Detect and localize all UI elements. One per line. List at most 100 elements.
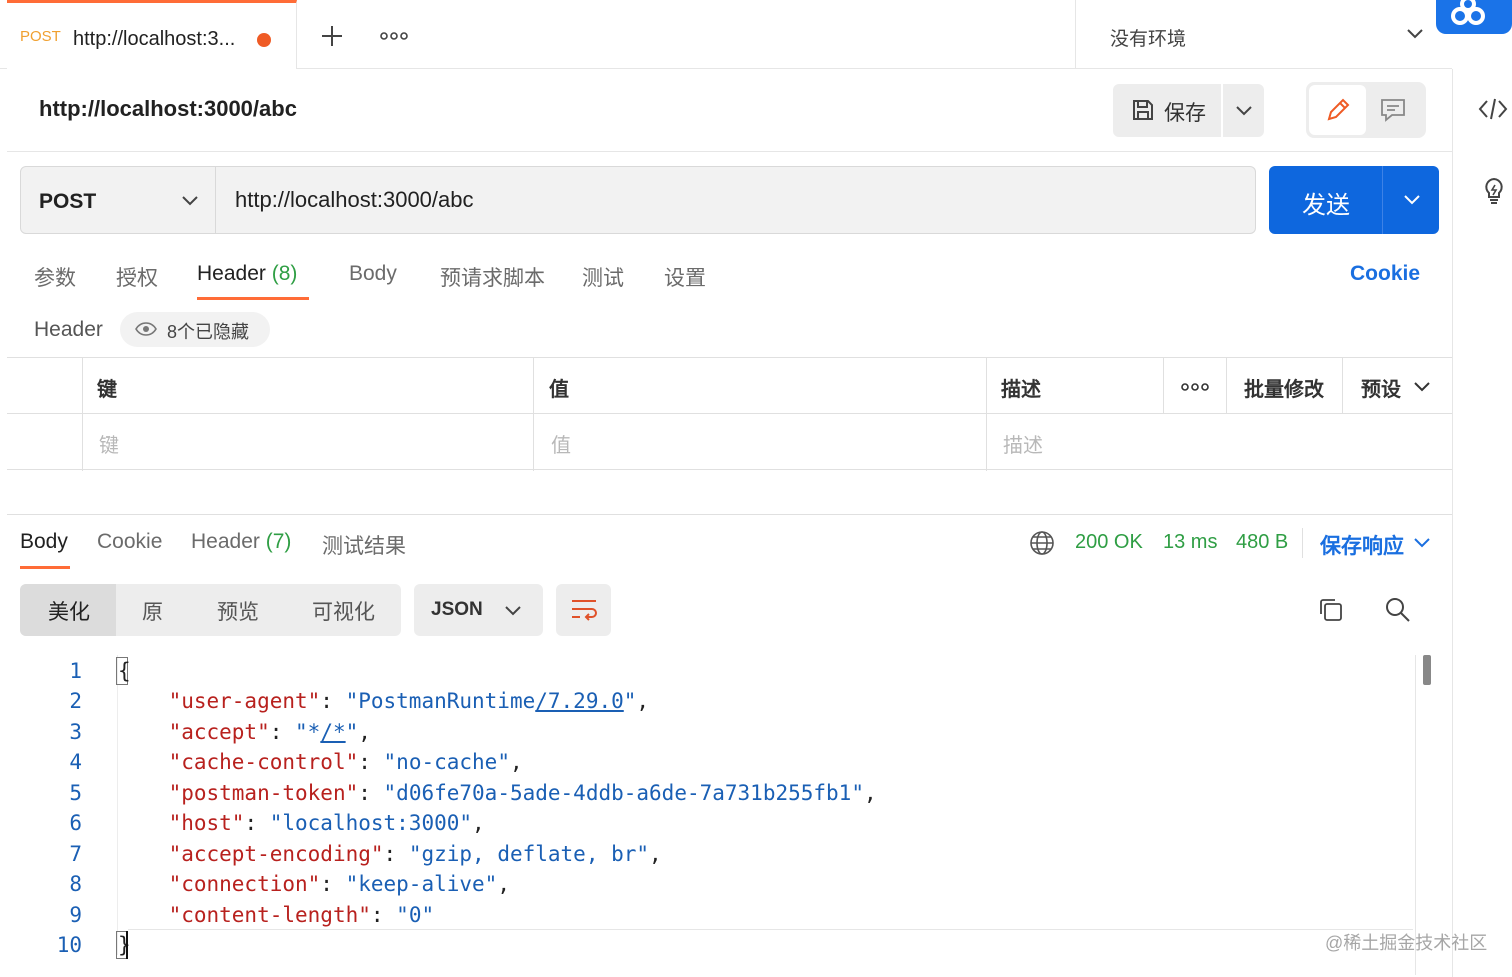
current-line-highlight — [128, 929, 1413, 930]
view-raw[interactable]: 原 — [142, 596, 163, 626]
view-pretty[interactable]: 美化 — [48, 596, 90, 626]
wrap-lines-button[interactable] — [556, 584, 611, 636]
json-string-link[interactable]: /* — [320, 720, 345, 744]
divider — [1302, 528, 1303, 558]
presets-dropdown[interactable]: 预设 — [1361, 373, 1401, 402]
json-string-link[interactable]: /7.29.0 — [535, 689, 624, 713]
cookies-link[interactable]: Cookie — [1350, 262, 1420, 286]
code-icon[interactable] — [1478, 97, 1508, 121]
edit-mode-button[interactable] — [1309, 85, 1366, 135]
tab-body[interactable]: Body — [349, 262, 397, 286]
json-key: "accept" — [168, 720, 270, 744]
view-preview[interactable]: 预览 — [217, 596, 259, 626]
save-dropdown-button[interactable] — [1223, 84, 1264, 137]
chevron-down-icon — [181, 195, 199, 207]
view-mode-segmented: 美化 原 预览 可视化 — [20, 584, 401, 636]
divider — [1163, 358, 1164, 413]
divider — [1382, 166, 1383, 234]
environment-label: 没有环境 — [1110, 29, 1187, 50]
bulk-edit-button[interactable]: 批量修改 — [1244, 373, 1324, 402]
key-placeholder[interactable]: 键 — [99, 429, 119, 458]
json-comma: , — [636, 689, 650, 713]
tab-params[interactable]: 参数 — [34, 262, 76, 292]
globe-icon[interactable] — [1029, 530, 1055, 556]
response-time[interactable]: 13 ms — [1163, 531, 1217, 554]
code-line: "postman-token": "d06fe70a-5ade-4ddb-a6d… — [168, 781, 877, 805]
json-comma: , — [509, 750, 523, 774]
divider — [7, 514, 1452, 515]
json-key: "host" — [168, 811, 245, 835]
response-tab-headers-label: Header — [191, 530, 260, 553]
json-comma: , — [863, 781, 877, 805]
code-line: "content-length": "0" — [168, 903, 435, 927]
url-value: http://localhost:3000/abc — [235, 187, 474, 212]
tab-tests[interactable]: 测试 — [582, 262, 624, 292]
code-line: "cache-control": "no-cache", — [168, 750, 523, 774]
format-label: JSON — [431, 599, 483, 620]
lightbulb-icon[interactable] — [1480, 176, 1508, 206]
send-label: 发送 — [1302, 192, 1350, 219]
text-cursor — [126, 931, 128, 959]
value-placeholder[interactable]: 值 — [551, 429, 571, 458]
line-number: 7 — [69, 842, 82, 866]
hidden-headers-toggle[interactable]: 8个已隐藏 — [120, 312, 270, 347]
json-string: "PostmanRuntime — [345, 689, 536, 713]
search-icon[interactable] — [1384, 596, 1412, 624]
save-response-button[interactable]: 保存响应 — [1320, 530, 1404, 560]
headers-table: 键 值 描述 批量修改 预设 键 值 描述 — [7, 357, 1452, 471]
app-badge-icon[interactable] — [1436, 0, 1512, 34]
url-input[interactable]: http://localhost:3000/abc — [216, 166, 1256, 234]
json-string: " — [623, 689, 637, 713]
environment-selector[interactable]: 没有环境 — [1075, 0, 1452, 69]
method-label: POST — [39, 190, 97, 213]
tab-settings[interactable]: 设置 — [664, 262, 706, 292]
column-header-value: 值 — [549, 379, 569, 401]
json-comma: , — [472, 811, 485, 835]
response-tab-headers[interactable]: Header (7) — [191, 530, 291, 554]
chevron-down-icon — [1413, 381, 1431, 393]
response-size[interactable]: 480 B — [1236, 531, 1288, 554]
json-string: "no-cache" — [383, 750, 510, 774]
more-horizontal-icon[interactable] — [380, 29, 408, 43]
code-line: "user-agent": "PostmanRuntime/7.29.0", — [168, 689, 650, 713]
copy-icon[interactable] — [1317, 596, 1345, 624]
tab-method: POST — [20, 28, 61, 45]
tab-headers-count: (8) — [271, 262, 298, 285]
tab-headers-label: Header — [197, 262, 266, 285]
chevron-down-icon[interactable] — [1403, 194, 1421, 206]
response-tab-body[interactable]: Body — [20, 530, 68, 554]
divider — [82, 358, 83, 471]
line-number: 4 — [69, 750, 82, 774]
json-string: "d06fe70a-5ade-4ddb-a6de-7a731b255fb1" — [383, 781, 864, 805]
status-code[interactable]: 200 OK — [1075, 531, 1143, 554]
divider — [986, 358, 987, 471]
tab-title: http://localhost:3... — [73, 28, 236, 50]
format-select[interactable]: JSON — [414, 584, 543, 636]
chevron-down-icon — [504, 605, 522, 617]
eye-icon — [135, 322, 157, 336]
request-title[interactable]: http://localhost:3000/abc — [39, 96, 297, 122]
plus-icon[interactable] — [320, 24, 344, 48]
json-key: "accept-encoding" — [168, 842, 384, 866]
comment-icon[interactable] — [1380, 97, 1406, 123]
save-button[interactable]: 保存 — [1113, 84, 1221, 137]
tab-headers[interactable]: Header (8) — [197, 262, 297, 286]
code-line: "connection": "keep-alive", — [168, 872, 510, 896]
method-select[interactable]: POST — [20, 166, 216, 234]
request-tab[interactable]: POST http://localhost:3... — [7, 0, 297, 69]
description-placeholder[interactable]: 描述 — [1003, 429, 1043, 458]
view-visualize[interactable]: 可视化 — [312, 596, 375, 626]
json-string: "gzip, deflate, br" — [408, 842, 650, 866]
line-number: 8 — [69, 872, 82, 896]
tab-prerequest-script[interactable]: 预请求脚本 — [440, 262, 545, 292]
editor-scrollbar-thumb[interactable] — [1423, 655, 1431, 685]
send-button[interactable]: 发送 — [1269, 166, 1439, 234]
more-horizontal-icon[interactable] — [1181, 380, 1209, 394]
divider — [7, 151, 1452, 152]
json-key: "connection" — [168, 872, 321, 896]
chevron-down-icon[interactable] — [1413, 537, 1431, 549]
json-comma: , — [497, 872, 510, 896]
tab-auth[interactable]: 授权 — [116, 262, 158, 292]
response-tab-cookie[interactable]: Cookie — [97, 530, 162, 554]
response-tab-test-results[interactable]: 测试结果 — [322, 530, 406, 560]
